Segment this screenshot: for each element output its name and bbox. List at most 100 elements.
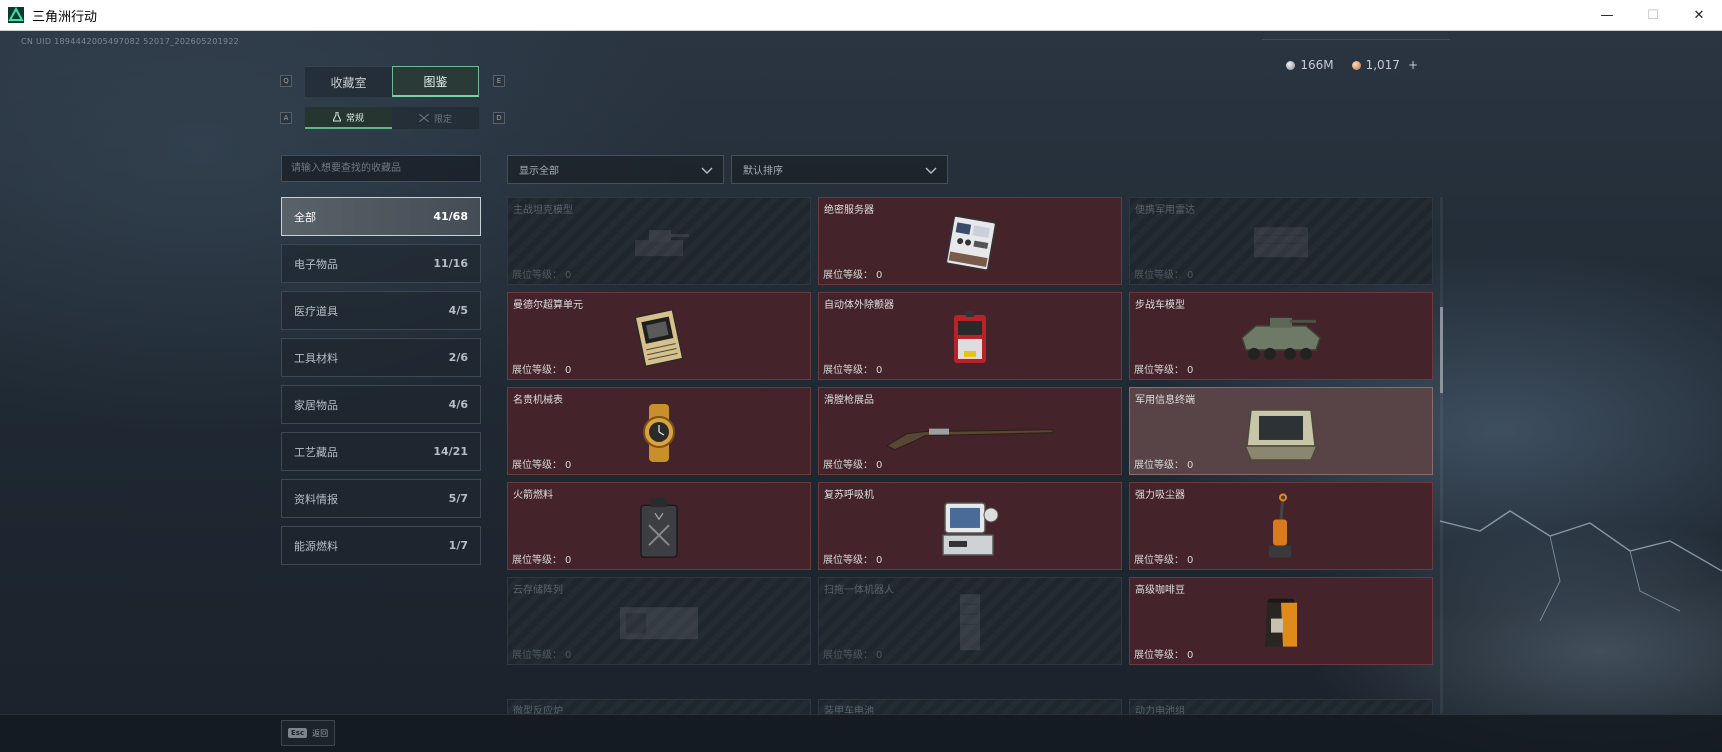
collection-card[interactable]: 高级咖啡豆 展位等级： 0: [1129, 577, 1433, 665]
collection-card-name: 自动体外除颤器: [824, 300, 894, 311]
booth-level-value: 0: [876, 365, 883, 376]
currency-display: 166M 1,017 +: [1286, 58, 1418, 72]
category-household[interactable]: 家居物品 4/6: [281, 385, 481, 424]
category-label: 工具材料: [294, 351, 338, 365]
tab-catalog[interactable]: 图鉴: [392, 66, 479, 97]
booth-level-value: 0: [1187, 555, 1194, 566]
collection-grid-partial-row: 微型反应炉 装甲车电池 动力电池组: [507, 699, 1435, 719]
booth-level-value: 0: [1187, 460, 1194, 471]
category-tools[interactable]: 工具材料 2/6: [281, 338, 481, 377]
collection-card-level: 展位等级： 0: [512, 266, 571, 281]
category-count: 11/16: [433, 257, 468, 270]
category-count: 1/7: [448, 539, 468, 552]
window-title: 三角洲行动: [32, 9, 98, 25]
collection-card-name: 高级咖啡豆: [1135, 585, 1185, 596]
collection-card-name: 便携军用雷达: [1135, 205, 1195, 216]
booth-level-label: 展位等级：: [512, 555, 562, 566]
collection-card[interactable]: 火箭燃料 展位等级： 0: [507, 482, 811, 570]
category-crafts[interactable]: 工艺藏品 14/21: [281, 432, 481, 471]
booth-level-label: 展位等级：: [512, 460, 562, 471]
booth-level-value: 0: [565, 555, 572, 566]
booth-level-label: 展位等级：: [823, 650, 873, 661]
back-button[interactable]: Esc 返回: [281, 720, 336, 746]
display-filter-value: 显示全部: [519, 166, 559, 177]
category-count: 41/68: [433, 210, 468, 223]
category-count: 14/21: [433, 445, 468, 458]
collection-card-level: 展位等级： 0: [512, 646, 571, 661]
collection-card[interactable]: 军用信息终端 展位等级： 0: [1129, 387, 1433, 475]
maximize-button[interactable]: ☐: [1630, 0, 1676, 31]
main-tabs: 收藏室 图鉴: [305, 66, 479, 97]
booth-level-label: 展位等级：: [1134, 270, 1184, 281]
chevron-down-icon: [925, 167, 937, 174]
booth-level-value: 0: [1187, 365, 1194, 376]
defibrillator-icon: [948, 307, 992, 373]
tab-left-key-hint: Q: [280, 75, 292, 87]
terminal-icon: [1241, 402, 1321, 468]
subtab-right-key-hint: D: [493, 112, 505, 124]
collection-card[interactable]: 自动体外除颤器 展位等级： 0: [818, 292, 1122, 380]
collection-search-input[interactable]: [281, 155, 481, 182]
grid-scrollbar-thumb[interactable]: [1440, 307, 1443, 393]
category-electronics[interactable]: 电子物品 11/16: [281, 244, 481, 283]
collection-card[interactable]: 扫拖一体机器人 展位等级： 0: [818, 577, 1122, 665]
subtab-left-key-hint: A: [280, 112, 292, 124]
collection-card[interactable]: 云存储阵列展位等级： 0: [507, 577, 811, 665]
category-intel[interactable]: 资料情报 5/7: [281, 479, 481, 518]
back-label: 返回: [312, 728, 329, 738]
grid-scrollbar[interactable]: [1440, 197, 1443, 717]
esc-key-hint: Esc: [288, 728, 308, 738]
collection-card-level: 展位等级： 0: [1134, 551, 1193, 566]
collection-card[interactable]: 滑膛枪展品 展位等级： 0: [818, 387, 1122, 475]
add-currency-button[interactable]: +: [1408, 58, 1418, 72]
sort-dropdown[interactable]: 默认排序: [731, 155, 948, 184]
category-label: 能源燃料: [294, 539, 338, 553]
collection-card[interactable]: 主战坦克模型 展位等级： 0: [507, 197, 811, 285]
collection-card-level: 展位等级： 0: [823, 266, 882, 281]
booth-level-label: 展位等级：: [512, 270, 562, 281]
silver-coin-icon: [1286, 60, 1296, 70]
robot-vacuum-icon: [950, 590, 990, 660]
category-medical[interactable]: 医疗道具 4/5: [281, 291, 481, 330]
collection-card-name: 名贵机械表: [513, 395, 563, 406]
collection-card-name: 云存储阵列: [513, 585, 563, 596]
game-viewport: CN UID 1894442005497082 52017_2026052019…: [0, 31, 1722, 752]
tab-right-key-hint: E: [493, 75, 505, 87]
category-count: 4/6: [448, 398, 468, 411]
coffee-bag-icon: [1261, 595, 1301, 655]
window-controls: — ☐ ✕: [1584, 0, 1722, 31]
category-energy[interactable]: 能源燃料 1/7: [281, 526, 481, 565]
booth-level-value: 0: [565, 365, 572, 376]
collection-card-level: 展位等级： 0: [823, 646, 882, 661]
player-uid: CN UID 1894442005497082 52017_2026052019…: [21, 37, 240, 46]
category-label: 家居物品: [294, 398, 338, 412]
gold-coin-icon: [1351, 60, 1361, 70]
booth-level-label: 展位等级：: [1134, 365, 1184, 376]
subtab-regular-label: 常规: [345, 113, 364, 124]
background-lightning: [1440, 510, 1722, 622]
collection-card[interactable]: 强力吸尘器 展位等级： 0: [1129, 482, 1433, 570]
booth-level-value: 0: [876, 650, 883, 661]
collection-card[interactable]: 名贵机械表 展位等级： 0: [507, 387, 811, 475]
fuel-can-icon: [633, 495, 685, 565]
subtab-regular[interactable]: 常规: [305, 107, 392, 129]
collection-card[interactable]: 步战车模型 展位等级： 0: [1129, 292, 1433, 380]
booth-level-label: 展位等级：: [1134, 555, 1184, 566]
booth-level-value: 0: [876, 270, 883, 281]
category-count: 2/6: [448, 351, 468, 364]
category-count: 4/5: [448, 304, 468, 317]
category-all[interactable]: 全部 41/68: [281, 197, 481, 236]
display-filter-dropdown[interactable]: 显示全部: [507, 155, 724, 184]
minimize-button[interactable]: —: [1584, 0, 1630, 31]
collection-card[interactable]: 曼德尔超算单元 展位等级： 0: [507, 292, 811, 380]
collection-card[interactable]: 便携军用雷达 展位等级： 0: [1129, 197, 1433, 285]
close-button[interactable]: ✕: [1676, 0, 1722, 31]
category-label: 电子物品: [294, 257, 338, 271]
collection-card[interactable]: 绝密服务器 展位等级： 0: [818, 197, 1122, 285]
subtab-limited[interactable]: 限定: [392, 107, 479, 129]
booth-level-label: 展位等级：: [512, 650, 562, 661]
collection-card-level: 展位等级： 0: [1134, 361, 1193, 376]
collection-card[interactable]: 复苏呼吸机 展位等级： 0: [818, 482, 1122, 570]
tab-collection-room[interactable]: 收藏室: [305, 66, 392, 97]
booth-level-label: 展位等级：: [823, 365, 873, 376]
